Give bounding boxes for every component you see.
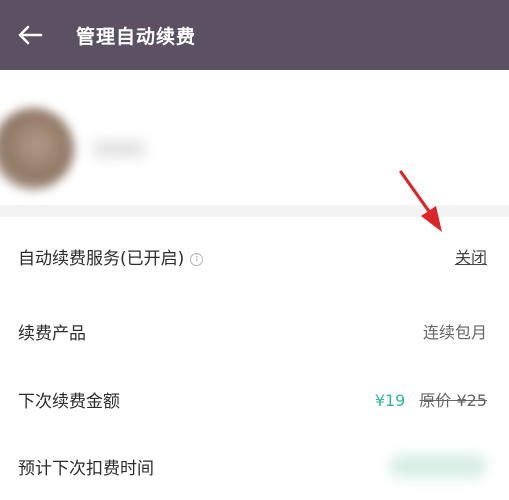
renew-product-row: 续费产品 连续包月 (0, 297, 509, 365)
app-header: 管理自动续费 (0, 0, 509, 70)
renew-product-value: 连续包月 (422, 323, 487, 342)
user-profile (0, 70, 509, 210)
back-button[interactable] (0, 0, 60, 70)
original-price: 原价 ¥25 (419, 391, 487, 410)
arrow-left-icon (18, 25, 43, 45)
next-amount-label: 下次续费金额 (18, 391, 120, 412)
info-icon[interactable]: i (190, 252, 204, 266)
renew-product-label: 续费产品 (18, 323, 86, 344)
auto-renew-row: 自动续费服务(已开启) i 关闭 (0, 222, 509, 290)
next-charge-date-row: 预计下次扣费时间 (0, 432, 509, 500)
price-group: ¥19 原价 ¥25 (375, 387, 487, 411)
auto-renew-label-group: 自动续费服务(已开启) i (18, 244, 204, 269)
next-charge-date-label: 预计下次扣费时间 (18, 458, 154, 479)
close-auto-renew-link[interactable]: 关闭 (455, 244, 487, 268)
next-amount-row: 下次续费金额 ¥19 原价 ¥25 (0, 365, 509, 433)
next-charge-date-blurred (389, 454, 487, 478)
avatar (0, 108, 74, 190)
current-price: ¥19 (374, 391, 406, 410)
auto-renew-label: 自动续费服务(已开启) (18, 248, 185, 269)
page-title: 管理自动续费 (76, 25, 197, 48)
section-divider (0, 205, 509, 217)
username-blurred (92, 140, 146, 158)
